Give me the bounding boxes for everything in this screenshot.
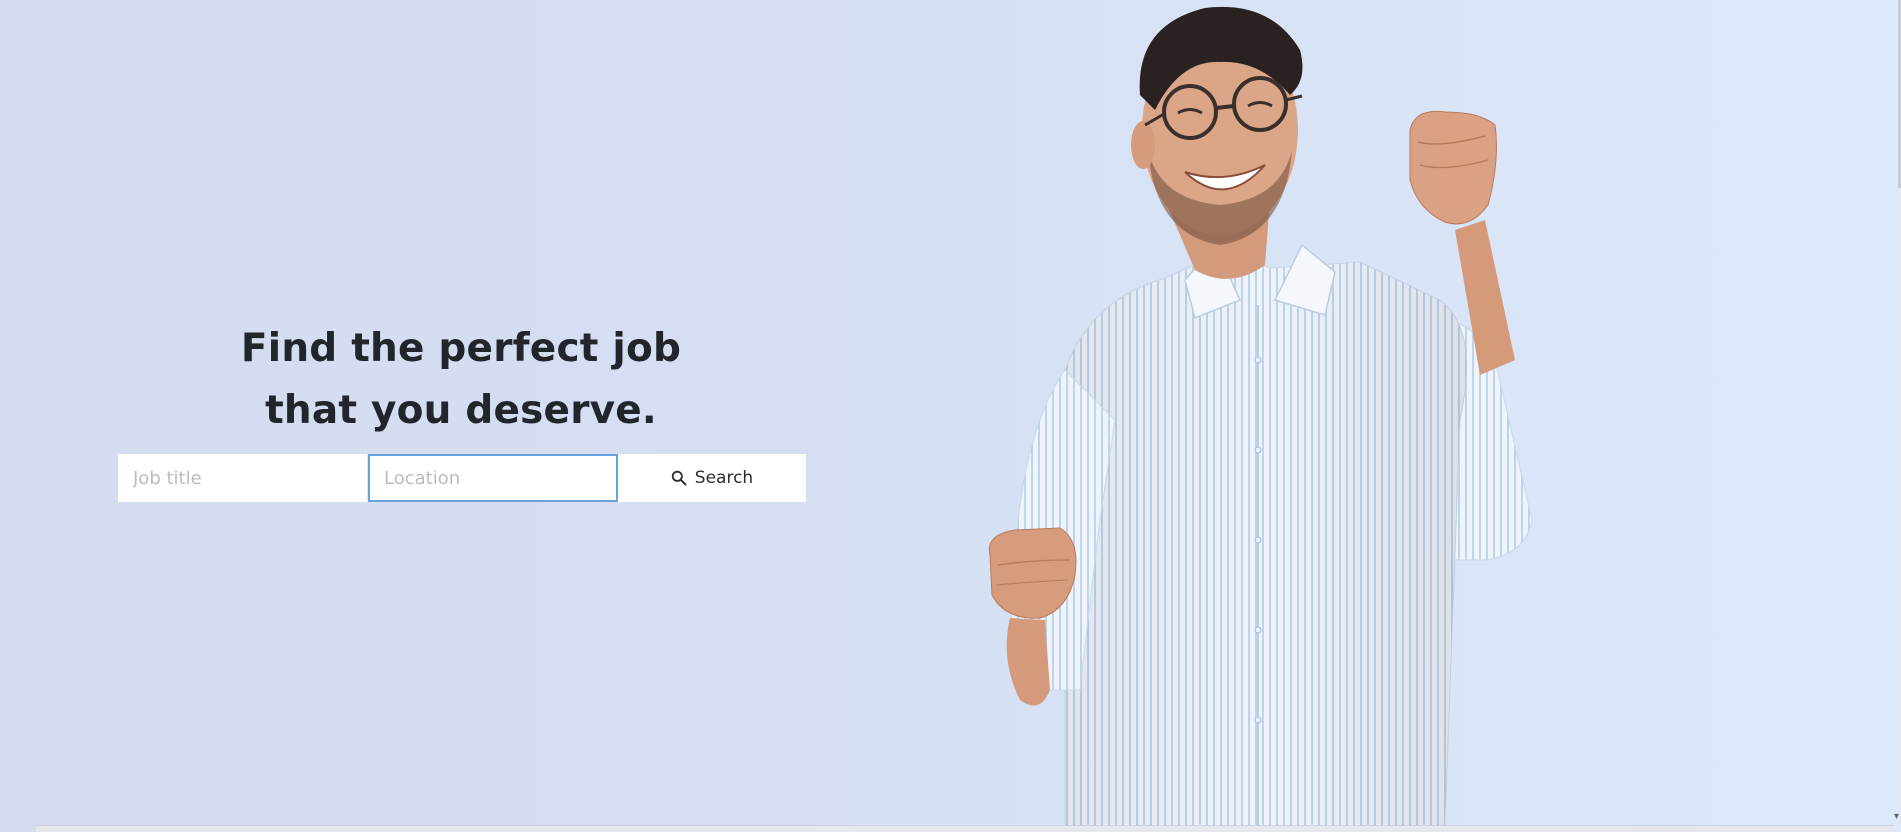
location-input[interactable] <box>368 454 618 502</box>
headline-line-1: Find the perfect job <box>240 326 682 372</box>
headline-line-2: that you deserve. <box>265 388 657 434</box>
hero-section: Find the perfect job that you deserve. S… <box>0 0 1901 826</box>
scroll-down-arrow-icon[interactable]: ▾ <box>1894 811 1899 822</box>
search-button-label: Search <box>694 468 754 488</box>
horizontal-scrollbar[interactable] <box>36 825 1894 832</box>
job-search-form: Search <box>118 454 806 502</box>
hero-person-image <box>988 6 1533 826</box>
hero-headline: Find the perfect job that you deserve. <box>118 318 804 442</box>
job-title-input[interactable] <box>118 454 368 502</box>
search-icon <box>671 470 687 486</box>
search-button[interactable]: Search <box>618 454 806 502</box>
